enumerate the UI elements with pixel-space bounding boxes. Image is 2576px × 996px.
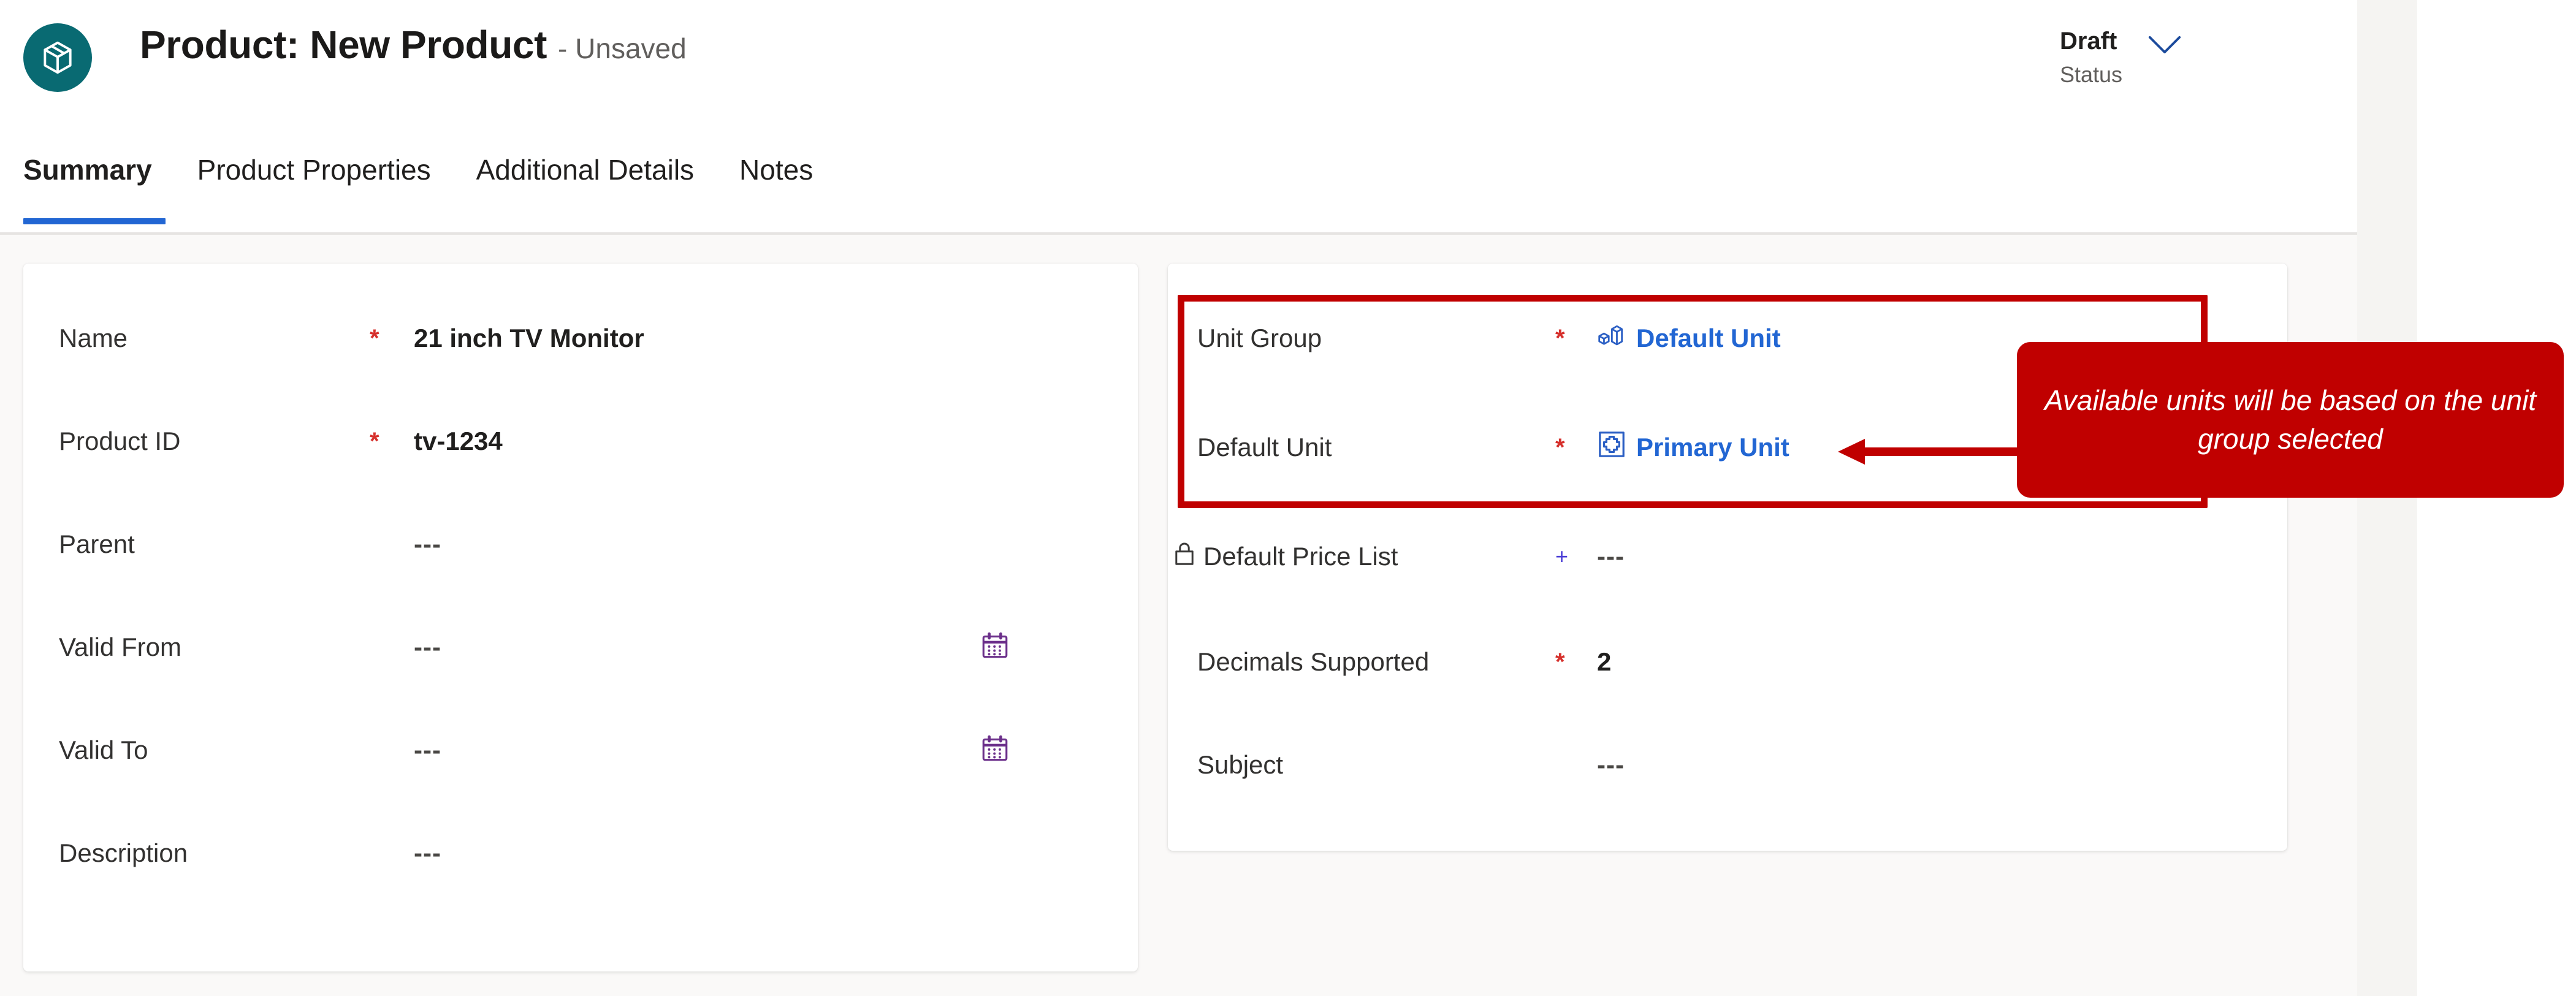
status-selector[interactable]: Draft Status — [2060, 26, 2182, 89]
page-scroll-gutter[interactable] — [2357, 0, 2417, 996]
tab-list: Summary Product Properties Additional De… — [23, 153, 841, 224]
field-value-default-unit-text: Primary Unit — [1636, 433, 1789, 462]
field-label-product-id: Product ID — [59, 427, 181, 455]
calendar-icon[interactable] — [980, 734, 1010, 767]
chevron-down-icon[interactable] — [2147, 34, 2182, 58]
outer-margin — [2417, 0, 2576, 996]
required-asterisk-default-unit: * — [1555, 434, 1565, 461]
status-field-label: Status — [2059, 62, 2122, 88]
tab-notes-label: Notes — [739, 154, 814, 186]
calendar-icon[interactable] — [980, 631, 1010, 664]
required-asterisk-name: * — [370, 325, 379, 352]
field-label-decimals-supported: Decimals Supported — [1197, 647, 1430, 676]
field-value-parent[interactable]: --- — [414, 530, 441, 559]
field-value-decimals-supported[interactable]: 2 — [1597, 647, 1611, 677]
left-arrow-icon — [1837, 436, 2021, 467]
field-row-subject: Subject --- — [1168, 747, 2287, 783]
page-title: Product: New Product - Unsaved — [140, 22, 687, 67]
field-label-valid-from: Valid From — [59, 633, 181, 661]
tab-active-underline — [23, 218, 166, 224]
field-row-decimals-supported: Decimals Supported * 2 — [1168, 644, 2287, 680]
field-value-default-unit[interactable]: Primary Unit — [1597, 430, 1789, 465]
unsaved-indicator: - Unsaved — [558, 32, 687, 64]
tab-additional-details[interactable]: Additional Details — [459, 153, 722, 186]
field-label-default-unit: Default Unit — [1197, 433, 1332, 462]
field-label-parent: Parent — [59, 530, 135, 558]
field-value-subject[interactable]: --- — [1597, 750, 1625, 780]
status-text-wrap: Draft Status — [2060, 26, 2122, 89]
field-row-name: Name * 21 inch TV Monitor — [23, 320, 1138, 357]
page-title-text: Product: New Product — [140, 23, 547, 67]
annotation-callout: Available units will be based on the uni… — [2017, 342, 2564, 498]
field-row-valid-to: Valid To --- — [23, 732, 1138, 769]
tab-product-properties[interactable]: Product Properties — [180, 153, 459, 186]
field-label-unit-group: Unit Group — [1197, 324, 1322, 352]
field-value-unit-group[interactable]: Default Unit — [1597, 321, 1781, 355]
field-value-unit-group-text: Default Unit — [1636, 324, 1781, 352]
field-label-name: Name — [59, 324, 128, 352]
annotation-callout-text: Available units will be based on the uni… — [2044, 384, 2537, 455]
required-asterisk-unit-group: * — [1555, 325, 1565, 352]
app-surface: Product: New Product - Unsaved Draft Sta… — [0, 0, 2357, 996]
product-cube-icon — [23, 23, 92, 92]
field-value-name[interactable]: 21 inch TV Monitor — [414, 324, 644, 353]
field-label-valid-to: Valid To — [59, 736, 148, 764]
tab-additional-details-label: Additional Details — [476, 154, 695, 186]
required-plus-default-price-list: + — [1555, 544, 1569, 569]
field-label-default-price-list-text: Default Price List — [1203, 542, 1398, 571]
field-value-product-id[interactable]: tv-1234 — [414, 427, 503, 456]
tab-summary-label: Summary — [23, 154, 152, 186]
status-badge: Draft — [2059, 28, 2117, 55]
field-row-product-id: Product ID * tv-1234 — [23, 423, 1138, 460]
tab-product-properties-label: Product Properties — [197, 154, 431, 186]
primary-unit-icon — [1597, 430, 1626, 465]
unit-group-icon — [1597, 321, 1626, 355]
tab-notes[interactable]: Notes — [722, 153, 841, 186]
required-asterisk-product-id: * — [370, 428, 379, 455]
field-row-default-price-list: Default Price List + --- — [1168, 538, 2287, 575]
field-row-valid-from: Valid From --- — [23, 629, 1138, 666]
field-value-valid-to[interactable]: --- — [414, 736, 441, 765]
field-row-description: Description --- — [23, 835, 1138, 872]
field-label-subject: Subject — [1197, 750, 1284, 779]
field-label-description: Description — [59, 838, 188, 867]
field-value-valid-from[interactable]: --- — [414, 633, 441, 662]
record-header: Product: New Product - Unsaved Draft Sta… — [0, 0, 2357, 235]
required-asterisk-decimals-supported: * — [1555, 648, 1565, 675]
field-label-default-price-list: Default Price List — [1173, 540, 1398, 573]
field-value-default-price-list[interactable]: --- — [1597, 542, 1625, 571]
general-info-card: Name * 21 inch TV Monitor Product ID * t… — [23, 264, 1138, 971]
tab-summary[interactable]: Summary — [23, 153, 180, 224]
lock-icon — [1173, 540, 1196, 573]
field-row-parent: Parent --- — [23, 526, 1138, 563]
field-value-description[interactable]: --- — [414, 838, 441, 868]
